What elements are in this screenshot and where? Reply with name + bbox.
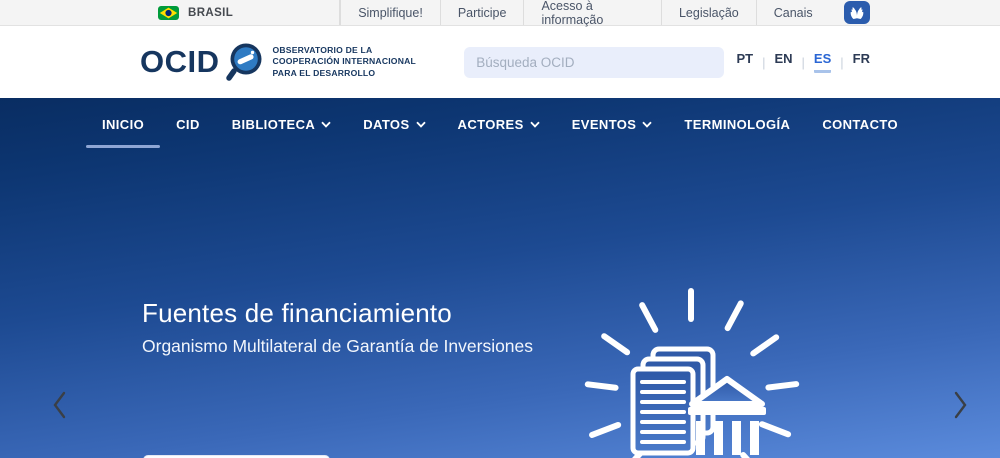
logo-wordmark: OBSERVATORIO DE LA COOPERACIÓN INTERNACI… bbox=[273, 45, 416, 79]
hero-section: INICIO CID BIBLIOTECA DATOS ACTORES EVEN… bbox=[0, 98, 1000, 458]
chevron-left-icon bbox=[50, 390, 70, 420]
topbar-link-acesso-informacao[interactable]: Acesso à informação bbox=[523, 0, 661, 25]
topbar-link-participe[interactable]: Participe bbox=[440, 0, 524, 25]
gov-brand[interactable]: BRASIL bbox=[158, 0, 233, 25]
carousel-prev-button[interactable] bbox=[46, 386, 74, 427]
slide-subtitle: Organismo Multilateral de Garantía de In… bbox=[142, 336, 533, 357]
main-nav: INICIO CID BIBLIOTECA DATOS ACTORES EVEN… bbox=[0, 98, 1000, 150]
nav-item-inicio[interactable]: INICIO bbox=[100, 111, 146, 138]
magnifier-icon bbox=[224, 40, 266, 84]
topbar-link-simplifique[interactable]: Simplifique! bbox=[340, 0, 440, 25]
nav-item-biblioteca[interactable]: BIBLIOTECA bbox=[230, 111, 333, 138]
chevron-right-icon bbox=[950, 390, 970, 420]
logo-acronym: OCID bbox=[140, 44, 220, 80]
ocid-logo[interactable]: OCID OBSERVATORIO DE LA COOPERACIÓN INTE… bbox=[140, 40, 416, 84]
lang-fr[interactable]: FR bbox=[853, 51, 870, 73]
accessibility-libras-button[interactable] bbox=[844, 1, 870, 24]
chevron-down-icon bbox=[530, 121, 540, 128]
nav-item-eventos[interactable]: EVENTOS bbox=[570, 111, 655, 138]
nav-item-actores[interactable]: ACTORES bbox=[456, 111, 542, 138]
slide-title: Fuentes de financiamiento bbox=[142, 298, 452, 329]
topbar-link-canais[interactable]: Canais bbox=[756, 0, 830, 25]
nav-item-cid[interactable]: CID bbox=[174, 111, 202, 138]
lang-es-active[interactable]: ES bbox=[814, 51, 831, 73]
nav-item-datos[interactable]: DATOS bbox=[361, 111, 427, 138]
chevron-down-icon bbox=[321, 121, 331, 128]
brazil-flag-icon bbox=[158, 6, 179, 20]
search-container bbox=[464, 47, 724, 78]
gov-links: Simplifique! Participe Acesso à informaç… bbox=[340, 0, 870, 25]
lang-separator: | bbox=[840, 55, 843, 70]
nav-item-contacto[interactable]: CONTACTO bbox=[820, 111, 900, 138]
carousel-next-button[interactable] bbox=[946, 386, 974, 427]
chevron-down-icon bbox=[642, 121, 652, 128]
language-switcher: PT | EN | ES | FR bbox=[736, 51, 870, 73]
lang-en[interactable]: EN bbox=[774, 51, 792, 73]
documents-and-bank-burst-icon bbox=[575, 281, 807, 458]
topbar-link-legislacao[interactable]: Legislação bbox=[661, 0, 756, 25]
site-header: OCID OBSERVATORIO DE LA COOPERACIÓN INTE… bbox=[0, 26, 1000, 98]
lang-pt[interactable]: PT bbox=[736, 51, 753, 73]
search-input[interactable] bbox=[464, 47, 724, 78]
nav-item-terminologia[interactable]: TERMINOLOGÍA bbox=[682, 111, 792, 138]
gov-brand-label: BRASIL bbox=[188, 7, 233, 19]
libras-hands-icon bbox=[849, 6, 865, 20]
chevron-down-icon bbox=[416, 121, 426, 128]
lang-separator: | bbox=[762, 55, 765, 70]
gov-topbar: BRASIL Simplifique! Participe Acesso à i… bbox=[0, 0, 1000, 26]
lang-separator: | bbox=[802, 55, 805, 70]
